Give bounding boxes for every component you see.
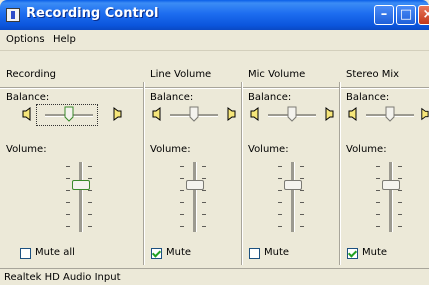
volume-slider-thumb[interactable] [72, 180, 90, 190]
mute-all-checkbox[interactable] [20, 248, 31, 259]
balance-slider-thumb[interactable] [287, 106, 297, 122]
title-bar[interactable]: Recording Control – □ × [0, 0, 429, 30]
status-text: Realtek HD Audio Input [4, 272, 121, 283]
mixer-icon[interactable] [6, 8, 20, 22]
menu-help[interactable]: Help [53, 34, 76, 45]
maximize-icon: □ [399, 7, 413, 22]
minimize-icon: – [380, 7, 388, 22]
speaker-icon [250, 107, 260, 121]
volume-slider-thumb[interactable] [382, 180, 400, 190]
balance-slider-thumb[interactable] [189, 106, 199, 122]
balance-slider-thumb[interactable] [385, 106, 395, 122]
mute-checkbox[interactable] [347, 248, 358, 259]
balance-label: Balance: [150, 92, 194, 103]
column-title: Line Volume [150, 69, 212, 80]
column-mic-volume: Mic Volume Balance: Volume: Mute [242, 52, 338, 267]
mute-checkbox[interactable] [249, 248, 260, 259]
mixer-panel: Recording Balance: Volume: Mute all Line… [0, 52, 429, 267]
maximize-button[interactable]: □ [396, 5, 416, 25]
volume-track [79, 162, 83, 232]
volume-label: Volume: [6, 144, 47, 155]
speaker-icon [348, 107, 358, 121]
balance-label: Balance: [346, 92, 390, 103]
column-recording: Recording Balance: Volume: Mute all [0, 52, 140, 267]
balance-label: Balance: [6, 92, 50, 103]
volume-label: Volume: [150, 144, 191, 155]
volume-track [291, 162, 295, 232]
speaker-icon [420, 107, 429, 121]
mute-all-label[interactable]: Mute all [35, 247, 75, 258]
balance-label: Balance: [248, 92, 292, 103]
menu-bar: Options Help [0, 30, 429, 51]
status-bar: Realtek HD Audio Input [0, 268, 429, 285]
column-line-volume: Line Volume Balance: Volume: Mute [144, 52, 240, 267]
volume-slider-thumb[interactable] [186, 180, 204, 190]
speaker-icon [226, 107, 236, 121]
volume-label: Volume: [248, 144, 289, 155]
menu-options[interactable]: Options [6, 34, 45, 45]
speaker-icon [112, 107, 122, 121]
column-title: Recording [6, 69, 57, 80]
volume-track [389, 162, 393, 232]
volume-slider-thumb[interactable] [284, 180, 302, 190]
close-icon: × [422, 7, 429, 22]
column-title: Mic Volume [248, 69, 306, 80]
mute-label[interactable]: Mute [264, 247, 289, 258]
speaker-icon [22, 107, 32, 121]
mute-checkbox[interactable] [151, 248, 162, 259]
minimize-button[interactable]: – [374, 5, 394, 25]
balance-slider-thumb[interactable] [64, 106, 74, 122]
speaker-icon [324, 107, 334, 121]
mute-label[interactable]: Mute [166, 247, 191, 258]
column-title: Stereo Mix [346, 69, 400, 80]
volume-track [193, 162, 197, 232]
volume-label: Volume: [346, 144, 387, 155]
speaker-icon [152, 107, 162, 121]
column-stereo-mix: Stereo Mix Balance: Volume: Mute [340, 52, 429, 267]
mute-label[interactable]: Mute [362, 247, 387, 258]
window-title: Recording Control [26, 6, 159, 21]
close-button[interactable]: × [418, 5, 429, 25]
